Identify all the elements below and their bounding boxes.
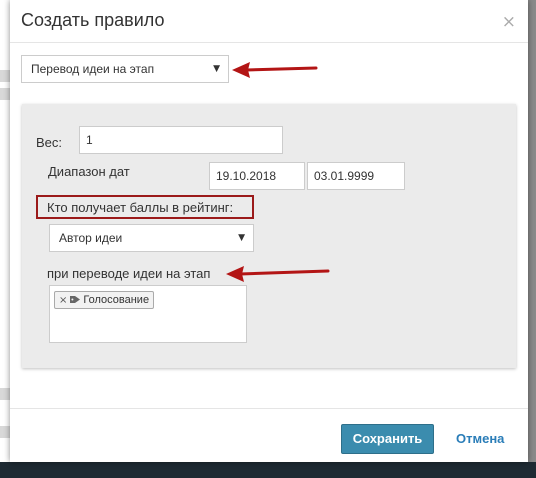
rating-recipient-select[interactable]: Автор идеи ▼ [49,224,254,252]
chevron-down-icon: ▼ [238,233,245,243]
stage-label: при переводе идеи на этап [47,266,211,281]
tag-remove-icon[interactable]: × [59,295,67,306]
date-to-input[interactable]: 03.01.9999 [307,162,405,190]
cancel-link[interactable]: Отмена [456,424,504,454]
rule-type-select[interactable]: Перевод идеи на этап ▼ [21,55,229,83]
dialog-header: Создать правило × [10,0,528,43]
weight-input[interactable]: 1 [79,126,283,154]
dialog-title: Создать правило [21,10,165,30]
create-rule-dialog: Создать правило × Перевод идеи на этап ▼… [10,0,528,462]
annotation-arrow [232,62,318,78]
date-from-input[interactable]: 19.10.2018 [209,162,305,190]
tag-icon [70,296,81,303]
stage-tag-label: Голосование [83,294,150,306]
rating-recipient-label: Кто получает баллы в рейтинг: [47,200,234,215]
backdrop-fragment [0,426,10,438]
annotation-arrow [226,266,330,282]
backdrop-fragment [0,88,10,100]
close-icon[interactable]: × [502,12,516,32]
page-footer-bar [0,462,536,478]
chevron-down-icon: ▼ [213,64,220,74]
save-button[interactable]: Сохранить [341,424,434,454]
page-backdrop [0,0,10,478]
dialog-footer-divider [10,408,528,409]
rule-type-selected-value: Перевод идеи на этап [31,62,155,76]
backdrop-fragment [0,388,10,400]
stage-tags-input[interactable]: × Голосование [49,285,247,343]
date-range-label: Диапазон дат [48,164,130,179]
stage-tag: × Голосование [54,291,155,309]
rule-settings-panel: Вес: 1 Диапазон дат 19.10.2018 03.01.999… [22,104,516,368]
rating-recipient-selected-value: Автор идеи [59,231,123,245]
weight-label: Вес: [36,135,63,150]
backdrop-fragment [0,70,10,82]
